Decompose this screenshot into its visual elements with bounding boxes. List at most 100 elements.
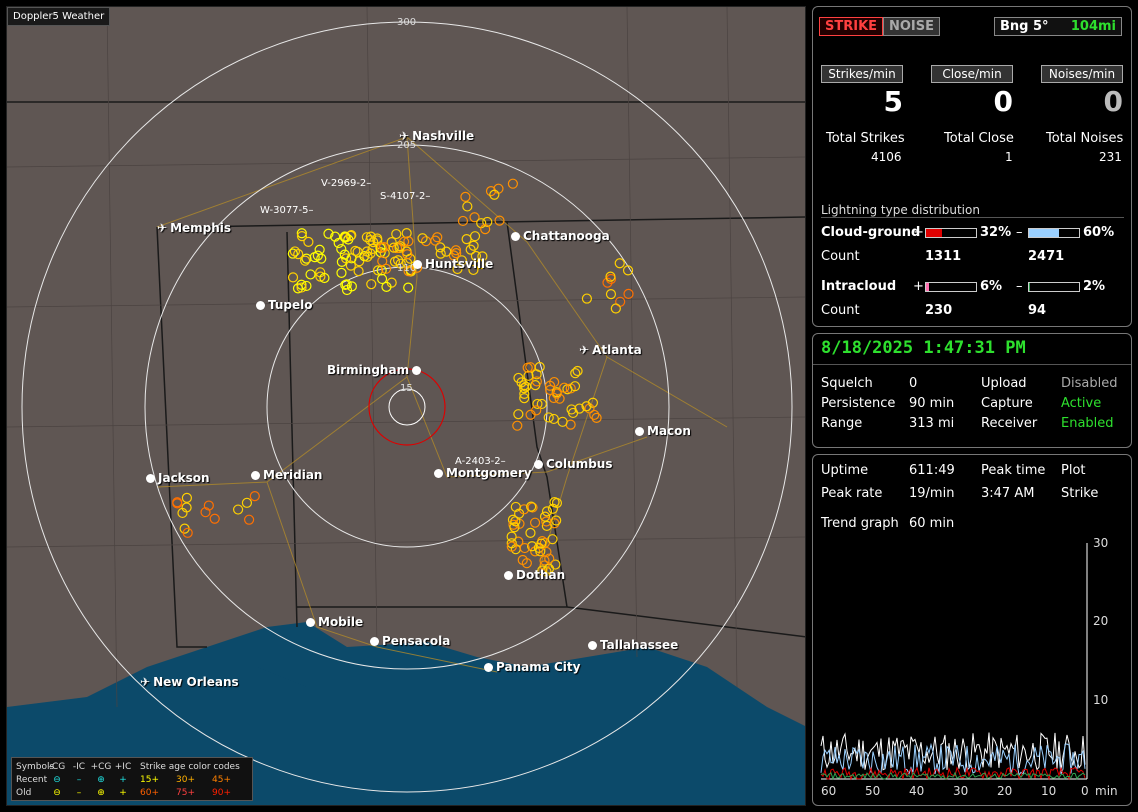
total-strikes-label: Total Strikes <box>826 131 905 146</box>
neg-cg-icon: ⊖ <box>53 787 61 798</box>
strike-marker <box>461 234 472 245</box>
cg-count-label: Count <box>821 249 860 264</box>
city-dot-icon <box>484 663 493 672</box>
squelch-label: Squelch <box>821 376 873 391</box>
peak-rate-label: Peak rate <box>821 486 883 501</box>
city-dot-icon <box>511 232 520 241</box>
city-tupelo: Tupelo <box>256 298 313 312</box>
storm-id: A-2403-2– <box>455 456 506 467</box>
airport-icon: ✈ <box>157 221 168 235</box>
city-huntsville: Huntsville <box>413 257 493 271</box>
persistence-label: Persistence <box>821 396 896 411</box>
city-dot-icon <box>251 471 260 480</box>
cg-negative-bar <box>1028 228 1080 238</box>
x-tick-label: 10 <box>1041 784 1056 798</box>
city-birmingham: Birmingham <box>327 363 424 377</box>
total-strikes-value: 4106 <box>871 150 902 164</box>
cg-positive-count: 1311 <box>925 249 962 264</box>
receiver-status: Enabled <box>1061 416 1114 431</box>
trend-graph: 30 20 10 60 50 40 30 20 10 0 min <box>820 536 1118 798</box>
uptime-label: Uptime <box>821 463 869 478</box>
neg-cg-icon: ⊖ <box>53 774 61 785</box>
trend-value[interactable]: 60 min <box>909 516 954 531</box>
city-columbus: Columbus <box>534 457 613 471</box>
cg-positive-pct: 32% <box>980 225 1012 240</box>
strike-marker <box>589 409 600 421</box>
strike-marker <box>581 293 593 304</box>
ic-negative-count: 94 <box>1028 303 1047 318</box>
pos-ic-icon: + <box>119 787 127 798</box>
strikes-per-min-header[interactable]: Strikes/min <box>821 65 903 83</box>
receiver-label: Receiver <box>981 416 1038 431</box>
strike-marker <box>559 382 570 393</box>
noise-mode-button[interactable]: NOISE <box>883 17 941 36</box>
noises-per-min-value: 0 <box>1103 85 1123 118</box>
neg-ic-icon: – <box>76 774 82 785</box>
strike-marker <box>401 228 412 239</box>
strike-marker <box>507 178 519 189</box>
strike-marker <box>543 412 554 423</box>
x-tick-label: 50 <box>865 784 880 798</box>
strike-marker <box>430 235 441 246</box>
strike-marker <box>353 266 364 277</box>
strike-marker <box>614 258 625 269</box>
ic-positive-bar <box>925 282 977 292</box>
strike-marker <box>615 296 626 307</box>
city-dothan: Dothan <box>504 568 565 582</box>
strike-marker <box>557 416 568 427</box>
ic-negative-pct: 2% <box>1083 279 1106 294</box>
strike-marker <box>232 504 244 515</box>
plot-label: Plot <box>1061 463 1086 478</box>
noises-per-min-header[interactable]: Noises/min <box>1041 65 1123 83</box>
range-value: 313 mi <box>909 416 955 431</box>
city-dot-icon <box>412 366 422 375</box>
legend-header: Symbols -CG -IC +CG +IC Strike age color… <box>16 761 240 772</box>
close-per-min-value: 0 <box>993 85 1013 118</box>
ring-label-15: 15 <box>400 383 413 394</box>
city-meridian: Meridian <box>251 468 322 482</box>
city-atlanta: ✈ Atlanta <box>579 343 642 357</box>
strike-marker <box>610 303 621 314</box>
city-chattanooga: Chattanooga <box>511 229 610 243</box>
strike-marker <box>376 273 388 285</box>
city-jackson: Jackson <box>146 471 210 485</box>
strike-mode-button[interactable]: STRIKE <box>819 17 884 36</box>
strike-marker <box>305 269 316 280</box>
city-panama-city: Panama City <box>484 660 580 674</box>
legend-old-row: Old ⊖ – ⊕ + 60+ 75+ 90+ <box>16 787 231 798</box>
y-tick-label: 30 <box>1093 536 1108 550</box>
city-dot-icon <box>504 571 513 580</box>
ic-positive-count: 230 <box>925 303 953 318</box>
uptime-value: 611:49 <box>909 463 955 478</box>
x-tick-label: 60 <box>821 784 836 798</box>
y-tick-label: 10 <box>1093 693 1108 707</box>
strike-marker <box>209 513 220 524</box>
x-tick-label: 0 <box>1081 784 1089 798</box>
strike-marker <box>301 280 312 292</box>
close-per-min-header[interactable]: Close/min <box>931 65 1013 83</box>
x-tick-label: 20 <box>997 784 1012 798</box>
y-tick-label: 20 <box>1093 614 1108 628</box>
total-close-value: 1 <box>1005 150 1013 164</box>
city-new-orleans: ✈ New Orleans <box>140 675 239 689</box>
strike-marker <box>605 288 617 300</box>
airport-icon: ✈ <box>399 129 410 143</box>
storm-id: V-2969-2– <box>321 178 372 189</box>
strike-marker <box>591 412 602 424</box>
strike-marker <box>441 246 452 257</box>
strike-marker <box>525 527 536 538</box>
neg-ic-icon: – <box>76 787 82 798</box>
pos-cg-icon: ⊕ <box>97 774 105 785</box>
city-dot-icon <box>146 474 155 483</box>
city-dot-icon <box>413 260 422 269</box>
plot-value[interactable]: Strike <box>1061 486 1098 501</box>
distribution-title: Lightning type distribution <box>821 203 1124 218</box>
city-dot-icon <box>306 618 315 627</box>
strike-marker <box>249 491 260 502</box>
legend-recent-row: Recent ⊖ – ⊕ + 15+ 30+ 45+ <box>16 774 231 785</box>
peak-time-value: 3:47 AM <box>981 486 1035 501</box>
lightning-map[interactable]: Doppler5 Weather 300 205 110 15 ✈ Nashvil… <box>6 6 806 806</box>
strike-marker <box>567 407 579 419</box>
city-dot-icon <box>534 460 543 469</box>
persistence-value: 90 min <box>909 396 955 411</box>
